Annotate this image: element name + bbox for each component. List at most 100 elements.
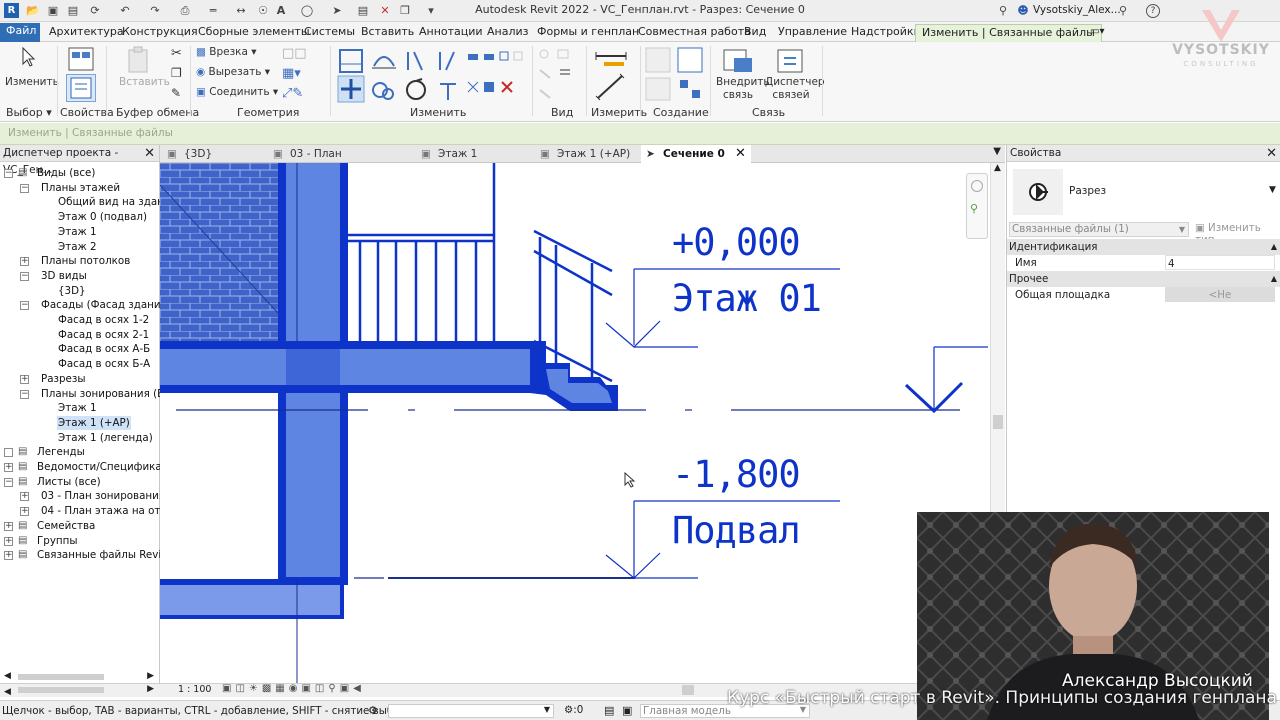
tree-toggle-icon[interactable]: + bbox=[20, 257, 29, 267]
close-icon[interactable]: ✕ bbox=[1266, 145, 1277, 162]
ribbon-minimize-icon[interactable]: ▭▾ bbox=[1084, 24, 1110, 42]
worksharing-icon[interactable]: ⚙ bbox=[368, 704, 378, 717]
name-value[interactable]: 4 bbox=[1165, 255, 1275, 270]
property-row-shared-site: Общая площадка <Не bbox=[1007, 287, 1280, 303]
category-identification[interactable]: Идентификация ▲ bbox=[1007, 239, 1280, 255]
tab-floor1-legend[interactable]: ▣Этаж 1 (легенда) bbox=[416, 145, 532, 178]
copy-icon[interactable]: ❐ bbox=[171, 66, 182, 80]
tree-toggle-icon[interactable]: + bbox=[4, 521, 13, 531]
steering-wheel-icon[interactable] bbox=[971, 180, 983, 192]
lower-wall-fill bbox=[286, 393, 340, 577]
navigation-bar[interactable]: ⚲ bbox=[966, 173, 988, 239]
tree-toggle-icon[interactable]: + bbox=[20, 374, 29, 384]
modify-tools-icons[interactable] bbox=[336, 46, 536, 104]
type-dropdown-icon[interactable]: ▼ bbox=[1269, 185, 1276, 195]
tabs-dropdown-icon[interactable]: ▼ bbox=[993, 146, 1001, 157]
tree-item-label: Листы (все) bbox=[37, 475, 101, 488]
tree-toggle-icon[interactable]: − bbox=[4, 477, 13, 487]
help-icon[interactable]: ? bbox=[1146, 4, 1160, 18]
geometry-tool-1-icon[interactable]: □□ bbox=[282, 46, 307, 61]
zoom-icon[interactable]: ⚲ bbox=[970, 202, 984, 216]
tree-toggle-icon[interactable]: + bbox=[4, 551, 13, 561]
view-scale[interactable]: 1 : 100 bbox=[178, 684, 211, 695]
pb-horizontal-scrollbar[interactable]: ◀ ▶ bbox=[4, 671, 154, 683]
canvas-horizontal-scroll-thumb[interactable] bbox=[682, 685, 694, 695]
drawing-canvas[interactable]: +0,000 Этаж 01 -1,800 Подвал ⚲ bbox=[160, 163, 990, 683]
embed-link-icon[interactable] bbox=[722, 46, 756, 76]
tree-toggle-icon[interactable] bbox=[4, 448, 13, 458]
tree-item-label: Фасад в осях Б-А bbox=[58, 358, 151, 371]
section-mark[interactable] bbox=[904, 346, 988, 414]
tree-item-label: 03 - План зонирования bbox=[41, 490, 166, 503]
tree-toggle-icon[interactable]: + bbox=[20, 507, 29, 517]
tab-section-0[interactable]: ➤ Сечение 0 ✕ bbox=[641, 145, 751, 163]
measure-tools-icons[interactable] bbox=[592, 46, 636, 104]
instance-filter[interactable]: Связанные файлы (1) ▼ bbox=[1009, 222, 1189, 237]
tree-toggle-icon[interactable]: − bbox=[20, 271, 29, 281]
create-tools-icons[interactable] bbox=[644, 46, 708, 104]
tab-zoning-plan[interactable]: ▣03 - План зонирования bbox=[268, 145, 408, 178]
tree-item-label: Планы потолков bbox=[41, 255, 131, 268]
view-tools-icons[interactable] bbox=[536, 48, 586, 104]
tab-insert[interactable]: Вставить bbox=[355, 24, 420, 42]
manage-links-button[interactable]: Диспетчер связей bbox=[765, 76, 825, 102]
tab-systems[interactable]: Системы bbox=[298, 24, 361, 42]
type-selector[interactable]: Разрез ▼ bbox=[1011, 167, 1276, 217]
embed-link-button[interactable]: Внедрить связь bbox=[716, 76, 770, 102]
tab-analyze[interactable]: Анализ bbox=[481, 24, 535, 42]
close-tab-icon[interactable]: ✕ bbox=[735, 145, 746, 163]
category-other[interactable]: Прочее ▲ bbox=[1007, 271, 1280, 287]
cart-icon[interactable]: ⚲ bbox=[1116, 4, 1130, 18]
design-options-icon[interactable]: ▤ bbox=[604, 704, 614, 717]
close-icon[interactable]: ✕ bbox=[144, 145, 155, 162]
modify-arrow-icon[interactable] bbox=[18, 46, 38, 68]
options-bar: Изменить | Связанные файлы bbox=[0, 123, 1280, 145]
tab-manage[interactable]: Управление bbox=[772, 24, 853, 42]
tab-file[interactable]: Файл bbox=[0, 23, 40, 42]
geometry-tool-2-icon[interactable]: ▦▾ bbox=[282, 66, 301, 81]
tab-modify-linked-files[interactable]: Изменить | Связанные файлы bbox=[915, 24, 1102, 42]
tab-3d-view[interactable]: ▣ {3D} bbox=[162, 145, 262, 163]
tree-item-label: Виды (все) bbox=[37, 167, 96, 179]
properties-icon[interactable] bbox=[66, 74, 96, 102]
user-name[interactable]: Vysotskiy_Alex... bbox=[1033, 4, 1121, 16]
view-control-icons[interactable]: ▣◫☀▩▦◉▣◫⚲▣◀ bbox=[222, 683, 365, 694]
tab-precast[interactable]: Сборные элементы bbox=[192, 24, 316, 42]
group-link: Связь bbox=[752, 106, 786, 119]
join-button[interactable]: ▣ Соединить ▾ bbox=[196, 86, 278, 98]
paste-icon[interactable] bbox=[126, 46, 152, 74]
tree-toggle-icon[interactable]: + bbox=[4, 536, 13, 546]
search-icon[interactable]: ⚲ bbox=[996, 4, 1010, 18]
type-properties-icon[interactable] bbox=[66, 46, 96, 72]
tab-floor1-ar[interactable]: ▣ Этаж 1 (+АР) bbox=[535, 145, 635, 163]
tree-toggle-icon[interactable]: − bbox=[4, 169, 13, 178]
cut-geometry-button[interactable]: ◉ Вырезать ▾ bbox=[196, 66, 270, 78]
tab-structure[interactable]: Конструкция bbox=[116, 24, 204, 42]
tab-annotate[interactable]: Аннотации bbox=[413, 24, 489, 42]
ribbon-tabs: Файл Архитектура Конструкция Сборные эле… bbox=[0, 22, 1280, 42]
geometry-tool-3-icon[interactable]: ⤢✎ bbox=[282, 86, 303, 101]
match-icon[interactable]: ✎ bbox=[171, 86, 181, 100]
group-select[interactable]: Выбор ▾ bbox=[6, 106, 52, 119]
pb-scroll-track[interactable]: ◀ ▶ bbox=[4, 684, 154, 697]
paste-button[interactable]: Вставить bbox=[119, 76, 170, 88]
tree-toggle-icon[interactable]: + bbox=[4, 463, 13, 472]
tree-toggle-icon[interactable]: − bbox=[20, 183, 29, 193]
mouse-cursor bbox=[624, 471, 636, 488]
level-2-name: Подвал bbox=[672, 509, 801, 552]
tab-massing-site[interactable]: Формы и генплан bbox=[531, 24, 645, 42]
modify-button[interactable]: Изменить bbox=[5, 76, 59, 88]
tree-toggle-icon[interactable]: − bbox=[20, 389, 29, 399]
workset-selector[interactable]: ▼ bbox=[388, 704, 554, 718]
cut-icon[interactable]: ✂ bbox=[171, 46, 182, 61]
status-hint: Щелчок - выбор, TAB - варианты, CTRL - д… bbox=[2, 705, 416, 717]
tree-toggle-icon[interactable]: − bbox=[20, 301, 29, 311]
tree-item-label: Фасад в осях 2-1 bbox=[58, 328, 150, 341]
manage-links-icon[interactable] bbox=[776, 46, 810, 76]
tab-view[interactable]: Вид bbox=[738, 24, 772, 42]
user-icon[interactable]: ☻ bbox=[1016, 4, 1030, 18]
editable-only-icon[interactable]: ▣ bbox=[622, 704, 632, 717]
cope-button[interactable]: ▩ Врезка ▾ bbox=[196, 46, 257, 58]
shared-site-value[interactable]: <Не bbox=[1165, 287, 1275, 302]
tree-toggle-icon[interactable]: + bbox=[20, 492, 29, 502]
